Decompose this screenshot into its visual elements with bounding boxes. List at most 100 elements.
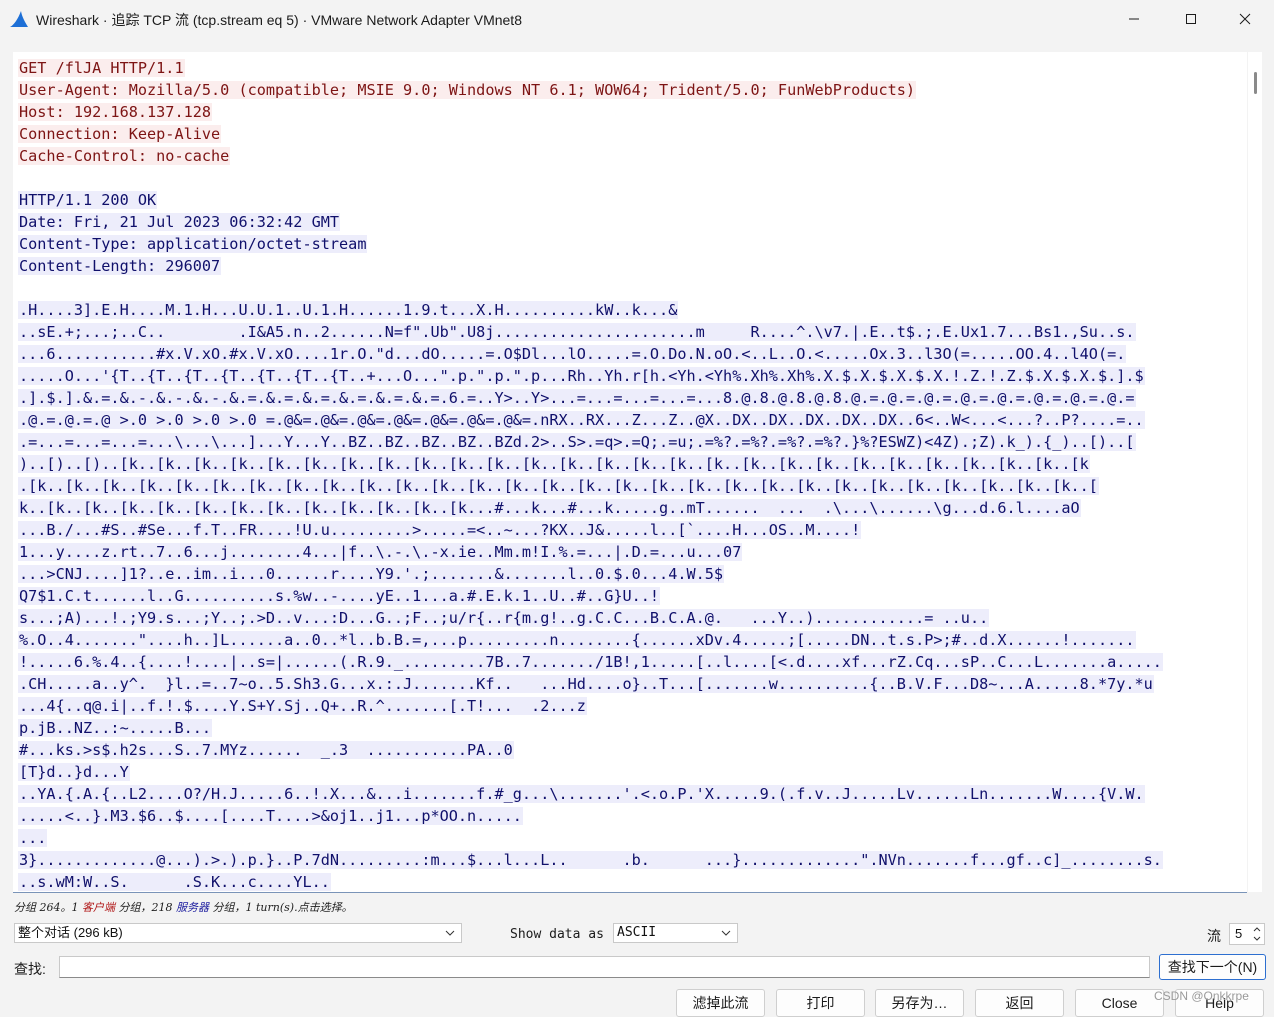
- close-window-button[interactable]: [1216, 0, 1274, 38]
- stream-line-text: #...ks.>s$.h2s...S..7.MYz...... _.3 ....…: [18, 741, 514, 759]
- stream-number-spinbox[interactable]: 5: [1229, 923, 1265, 945]
- status-suffix: 分组，1 turn(s).点击选择。: [209, 901, 353, 914]
- maximize-icon: [1186, 14, 1196, 24]
- find-label: 查找:: [14, 961, 46, 977]
- server-data-line: Q7$1.C.t......l..G..........s.%w..-....y…: [18, 585, 1240, 607]
- window-title: Wireshark · 追踪 TCP 流 (tcp.stream eq 5) ·…: [36, 12, 522, 28]
- server-data-line: Content-Type: application/octet-stream: [18, 233, 1240, 255]
- title-bar: Wireshark · 追踪 TCP 流 (tcp.stream eq 5) ·…: [0, 0, 1274, 40]
- server-data-line: ...B./...#S..#Se...f.T..FR....!U.u......…: [18, 519, 1240, 541]
- chevron-down-icon: [445, 930, 455, 936]
- spin-down-button[interactable]: [1251, 934, 1263, 943]
- server-data-line: ..YA.{.A.{..L2....O?/H.J.....6..!.X...&.…: [18, 783, 1240, 805]
- stream-line-text: s...;A)...!.;Y9.s...;Y..;.>D..v...:D...G…: [18, 609, 990, 627]
- close-icon: [1239, 13, 1251, 25]
- server-data-line: %.O..4......."....h..]L......a..0..*l..b…: [18, 629, 1240, 651]
- maximize-button[interactable]: [1162, 0, 1220, 38]
- server-data-line: ...: [18, 827, 1240, 849]
- server-data-line: .=...=...=...=...\...\...]...Y...Y..BZ..…: [18, 431, 1240, 453]
- stream-line-text: .CH.....a..y^. }l..=..7~o..5.Sh3.G...x.:…: [18, 675, 1154, 693]
- conversation-select-value: 整个对话 (296 kB): [18, 925, 123, 940]
- server-data-line: k..[k..[k..[k..[k..[k..[k..[k..[k..[k..[…: [18, 497, 1240, 519]
- status-client-link[interactable]: 客户端: [82, 901, 115, 914]
- server-data-line: .[k..[k..[k..[k..[k..[k..[k..[k..[k..[k.…: [18, 475, 1240, 497]
- server-data-line: )..[)..[)..[k..[k..[k..[k..[k..[k..[k..[…: [18, 453, 1240, 475]
- client-data-line: Host: 192.168.137.128: [18, 101, 1240, 123]
- server-data-line: 3}.............@...).>.).p.}..P.7dN.....…: [18, 849, 1240, 871]
- scrollbar-thumb[interactable]: [1254, 72, 1257, 94]
- server-data-line: .].$.].&.=.&.-.&.-.&.-.&.=.&.=.&.=.&.=.&…: [18, 387, 1240, 409]
- stream-line-text: ...>CNJ....]1?..e..im..i...0......r....Y…: [18, 565, 725, 583]
- stream-line-text: Cache-Control: no-cache: [18, 147, 231, 165]
- status-prefix: 分组 264。1: [14, 901, 82, 914]
- server-data-line: ..sE.+;...;..C.. .I&A5.n..2......N=f".Ub…: [18, 321, 1240, 343]
- stream-line-text: ...: [18, 829, 48, 847]
- wireshark-fin-icon: [10, 11, 28, 27]
- stream-number-value: 5: [1235, 926, 1243, 941]
- server-data-line: ...4{..q@.i|..f.!.$....Y.S+Y.Sj..Q+..R.^…: [18, 695, 1240, 717]
- server-data-line: .@.=.@.=.@ >.0 >.0 >.0 >.0 =.@&=.@&=.@&=…: [18, 409, 1240, 431]
- chevron-down-icon: [1253, 936, 1261, 941]
- stream-line-text: .=...=...=...=...\...\...]...Y...Y..BZ..…: [18, 433, 1136, 451]
- stream-content: GET /flJA HTTP/1.1 User-Agent: Mozilla/5.…: [18, 57, 1240, 892]
- stream-line-text: %.O..4......."....h..]L......a..0..*l..b…: [18, 631, 1136, 649]
- stream-line-text: Date: Fri, 21 Jul 2023 06:32:42 GMT: [18, 213, 341, 231]
- stream-line-text: Content-Length: 296007: [18, 257, 222, 275]
- server-data-line: .....<..}.M3.$6..$....[....T....>&oj1..j…: [18, 805, 1240, 827]
- stream-line-text: 1...y....z.rt..7..6...j........4...|f..\…: [18, 543, 743, 561]
- server-data-line: !.....6.%.4..{....!....|..s=|......(.R.9…: [18, 651, 1240, 673]
- conversation-select[interactable]: 整个对话 (296 kB): [14, 923, 462, 943]
- stream-line-text: User-Agent: Mozilla/5.0 (compatible; MSI…: [18, 81, 917, 99]
- server-data-line: s...;A)...!.;Y9.s...;Y..;.>D..v...:D...G…: [18, 607, 1240, 629]
- stream-line-text: Content-Type: application/octet-stream: [18, 235, 368, 253]
- tcp-stream-text-area[interactable]: GET /flJA HTTP/1.1 User-Agent: Mozilla/5.…: [13, 52, 1247, 893]
- client-data-line: User-Agent: Mozilla/5.0 (compatible; MSI…: [18, 79, 1240, 101]
- find-next-button[interactable]: 查找下一个(N): [1159, 954, 1266, 980]
- stream-line-text: ..sE.+;...;..C.. .I&A5.n..2......N=f".Ub…: [18, 323, 1136, 341]
- packet-summary-status[interactable]: 分组 264。1 客户端 分组，218 服务器 分组，1 turn(s).点击选…: [14, 899, 353, 915]
- server-data-line: Content-Length: 296007: [18, 255, 1240, 277]
- stream-line-text: k..[k..[k..[k..[k..[k..[k..[k..[k..[k..[…: [18, 499, 1081, 517]
- spin-up-button[interactable]: [1251, 925, 1263, 934]
- stream-line-text: .....O...'{T..{T..{T..{T..{T..{T..{T..+.…: [18, 367, 1145, 385]
- vertical-scrollbar[interactable]: [1248, 52, 1262, 892]
- status-server-link[interactable]: 服务器: [176, 901, 209, 914]
- server-data-line: Date: Fri, 21 Jul 2023 06:32:42 GMT: [18, 211, 1240, 233]
- watermark-text: CSDN @Onkkrpe: [1154, 989, 1249, 1003]
- stream-line-text: Q7$1.C.t......l..G..........s.%w..-....y…: [18, 587, 661, 605]
- stream-line-text: !.....6.%.4..{....!....|..s=|......(.R.9…: [18, 653, 1163, 671]
- server-data-line: #...ks.>s$.h2s...S..7.MYz...... _.3 ....…: [18, 739, 1240, 761]
- stream-line-text: ...4{..q@.i|..f.!.$....Y.S+Y.Sj..Q+..R.^…: [18, 697, 587, 715]
- chevron-up-icon: [1253, 927, 1261, 932]
- server-data-line: .CH.....a..y^. }l..=..7~o..5.Sh3.G...x.:…: [18, 673, 1240, 695]
- stream-line-text: ..YA.{.A.{..L2....O?/H.J.....6..!.X...&.…: [18, 785, 1145, 803]
- status-middle: 分组，218: [115, 901, 176, 914]
- stream-line-text: HTTP/1.1 200 OK: [18, 191, 158, 209]
- show-data-as-select[interactable]: ASCII: [613, 923, 738, 943]
- stream-line-text: GET /flJA HTTP/1.1: [18, 59, 185, 77]
- minimize-icon: [1129, 18, 1139, 20]
- minimize-button[interactable]: [1105, 0, 1163, 38]
- client-data-line: Cache-Control: no-cache: [18, 145, 1240, 167]
- server-data-line: ...6...........#x.V.xO.#x.V.xO....1r.O."…: [18, 343, 1240, 365]
- show-data-as-value: ASCII: [617, 925, 657, 940]
- stream-line-text: Connection: Keep-Alive: [18, 125, 222, 143]
- server-data-line: .....O...'{T..{T..{T..{T..{T..{T..{T..+.…: [18, 365, 1240, 387]
- stream-number-label: 流: [1207, 928, 1221, 944]
- server-data-line: 1...y....z.rt..7..6...j........4...|f..\…: [18, 541, 1240, 563]
- stream-line-text: .H....3].E.H....M.1.H...U.U.1..U.1.H....…: [18, 301, 679, 319]
- server-data-line: HTTP/1.1 200 OK: [18, 189, 1240, 211]
- show-data-label: Show data as: [510, 927, 604, 942]
- stream-line-text: ..s.wM:W..S. .S.K...c....YL..: [18, 873, 331, 891]
- find-input[interactable]: [59, 956, 1150, 978]
- client-data-line: GET /flJA HTTP/1.1: [18, 57, 1240, 79]
- stream-line-text: ...6...........#x.V.xO.#x.V.xO....1r.O."…: [18, 345, 1127, 363]
- server-data-line: ...>CNJ....]1?..e..im..i...0......r....Y…: [18, 563, 1240, 585]
- stream-line-text: .].$.].&.=.&.-.&.-.&.-.&.=.&.=.&.=.&.=.&…: [18, 389, 1136, 407]
- stream-line-text: .....<..}.M3.$6..$....[....T....>&oj1..j…: [18, 807, 523, 825]
- stream-line-text: .@.=.@.=.@ >.0 >.0 >.0 >.0 =.@&=.@&=.@&=…: [18, 411, 1145, 429]
- stream-line-text: )..[)..[)..[k..[k..[k..[k..[k..[k..[k..[…: [18, 455, 1090, 473]
- chevron-down-icon: [721, 930, 731, 936]
